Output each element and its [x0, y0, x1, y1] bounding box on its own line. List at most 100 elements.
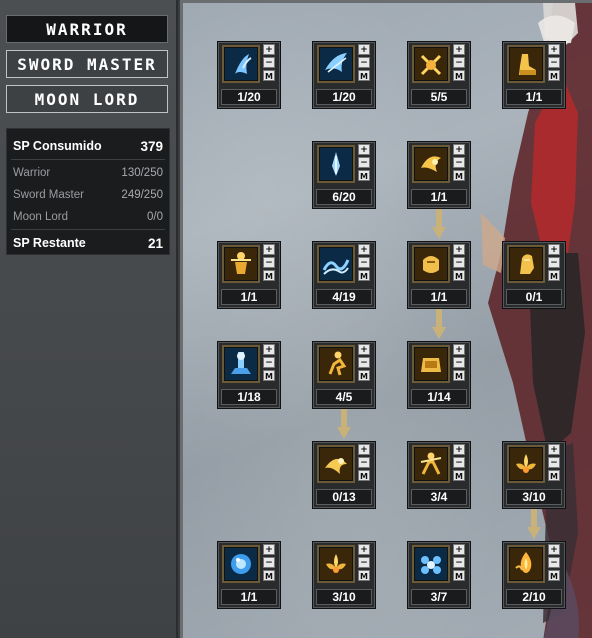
skill-plus-button[interactable]: +	[453, 144, 465, 155]
skill-plus-button[interactable]: +	[358, 144, 370, 155]
skill-minus-button[interactable]: −	[358, 457, 370, 468]
golden-boot-icon[interactable]	[507, 45, 545, 83]
skill-plus-button[interactable]: +	[453, 344, 465, 355]
skill-minus-button[interactable]: −	[358, 57, 370, 68]
skill-slot: + − M 3/10	[312, 541, 376, 609]
skill-minus-button[interactable]: −	[453, 157, 465, 168]
skill-slot: + − M 4/5	[312, 341, 376, 409]
skill-plus-button[interactable]: +	[263, 344, 275, 355]
skill-max-button[interactable]: M	[548, 570, 560, 581]
tab-sword-master[interactable]: SWORD MASTER	[6, 50, 168, 78]
skill-max-button[interactable]: M	[548, 470, 560, 481]
skill-minus-button[interactable]: −	[358, 257, 370, 268]
golden-swords-icon[interactable]	[412, 45, 450, 83]
skill-minus-button[interactable]: −	[263, 57, 275, 68]
skill-plus-button[interactable]: +	[358, 444, 370, 455]
blue-blade-icon[interactable]	[317, 145, 355, 183]
skill-minus-button[interactable]: −	[453, 557, 465, 568]
prerequisite-arrow-icon	[527, 509, 541, 539]
skill-plus-button[interactable]: +	[358, 44, 370, 55]
left-panel: WARRIOR SWORD MASTER MOON LORD SP Consum…	[0, 0, 178, 638]
golden-warrior-icon[interactable]	[412, 445, 450, 483]
skill-max-button[interactable]: M	[263, 370, 275, 381]
skill-max-button[interactable]: M	[358, 70, 370, 81]
skill-max-button[interactable]: M	[263, 570, 275, 581]
skill-level: 5/5	[411, 89, 467, 105]
skill-max-button[interactable]: M	[358, 570, 370, 581]
golden-lotus-icon[interactable]	[317, 545, 355, 583]
sp-consumed-row: SP Consumido 379	[13, 139, 163, 154]
skill-max-button[interactable]: M	[453, 270, 465, 281]
blue-slash-icon[interactable]	[222, 45, 260, 83]
tab-moon-lord[interactable]: MOON LORD	[6, 85, 168, 113]
skill-minus-button[interactable]: −	[358, 157, 370, 168]
skill-minus-button[interactable]: −	[548, 257, 560, 268]
blue-flower-icon[interactable]	[412, 545, 450, 583]
skill-plus-button[interactable]: +	[263, 44, 275, 55]
skill-plus-button[interactable]: +	[263, 244, 275, 255]
golden-lotus-icon[interactable]	[507, 445, 545, 483]
sp-moon-lord-label: Moon Lord	[13, 211, 68, 223]
skill-max-button[interactable]: M	[358, 470, 370, 481]
skill-plus-button[interactable]: +	[358, 544, 370, 555]
golden-arm-icon[interactable]	[507, 245, 545, 283]
skill-max-button[interactable]: M	[453, 370, 465, 381]
skill-level: 4/5	[316, 389, 372, 405]
skill-plus-button[interactable]: +	[263, 544, 275, 555]
skill-minus-button[interactable]: −	[548, 57, 560, 68]
skill-max-button[interactable]: M	[358, 270, 370, 281]
golden-runner-icon[interactable]	[317, 345, 355, 383]
skill-max-button[interactable]: M	[358, 370, 370, 381]
skill-max-button[interactable]: M	[548, 270, 560, 281]
skill-plus-button[interactable]: +	[453, 244, 465, 255]
skill-minus-button[interactable]: −	[263, 257, 275, 268]
skill-minus-button[interactable]: −	[453, 57, 465, 68]
golden-figure-icon[interactable]	[222, 245, 260, 283]
skill-plus-button[interactable]: +	[548, 444, 560, 455]
skill-minus-button[interactable]: −	[263, 357, 275, 368]
skill-max-button[interactable]: M	[453, 70, 465, 81]
skill-max-button[interactable]: M	[453, 170, 465, 181]
skill-minus-button[interactable]: −	[453, 257, 465, 268]
blue-orb-icon[interactable]	[222, 545, 260, 583]
blue-pillar-icon[interactable]	[222, 345, 260, 383]
skill-minus-button[interactable]: −	[548, 557, 560, 568]
skill-slot: + − M 1/20	[217, 41, 281, 109]
skill-button-column: + − M	[453, 444, 466, 483]
skill-minus-button[interactable]: −	[548, 457, 560, 468]
golden-gauntlet-icon[interactable]	[412, 345, 450, 383]
golden-flame-icon[interactable]	[507, 545, 545, 583]
skill-slot: + − M 4/19	[312, 241, 376, 309]
skill-level: 3/10	[506, 489, 562, 505]
skill-plus-button[interactable]: +	[548, 544, 560, 555]
skill-max-button[interactable]: M	[548, 70, 560, 81]
skill-slot: + − M 1/1	[502, 41, 566, 109]
skill-max-button[interactable]: M	[453, 570, 465, 581]
tab-warrior[interactable]: WARRIOR	[6, 15, 168, 43]
skill-minus-button[interactable]: −	[453, 457, 465, 468]
golden-burst-icon[interactable]	[317, 445, 355, 483]
skill-plus-button[interactable]: +	[548, 244, 560, 255]
blue-wing-icon[interactable]	[317, 45, 355, 83]
skill-button-column: + − M	[358, 44, 371, 83]
skill-max-button[interactable]: M	[263, 70, 275, 81]
skill-plus-button[interactable]: +	[358, 244, 370, 255]
skill-slot: + − M 5/5	[407, 41, 471, 109]
skill-plus-button[interactable]: +	[453, 544, 465, 555]
blue-wave-icon[interactable]	[317, 245, 355, 283]
skill-button-column: + − M	[453, 144, 466, 183]
skill-plus-button[interactable]: +	[358, 344, 370, 355]
golden-fist-icon[interactable]	[412, 245, 450, 283]
skill-minus-button[interactable]: −	[453, 357, 465, 368]
skill-plus-button[interactable]: +	[453, 44, 465, 55]
skill-max-button[interactable]: M	[453, 470, 465, 481]
skill-minus-button[interactable]: −	[358, 357, 370, 368]
skill-minus-button[interactable]: −	[358, 557, 370, 568]
golden-strike-icon[interactable]	[412, 145, 450, 183]
skill-max-button[interactable]: M	[263, 270, 275, 281]
skill-plus-button[interactable]: +	[453, 444, 465, 455]
skill-plus-button[interactable]: +	[548, 44, 560, 55]
skill-max-button[interactable]: M	[358, 170, 370, 181]
skill-minus-button[interactable]: −	[263, 557, 275, 568]
skill-slot: + − M 0/13	[312, 441, 376, 509]
